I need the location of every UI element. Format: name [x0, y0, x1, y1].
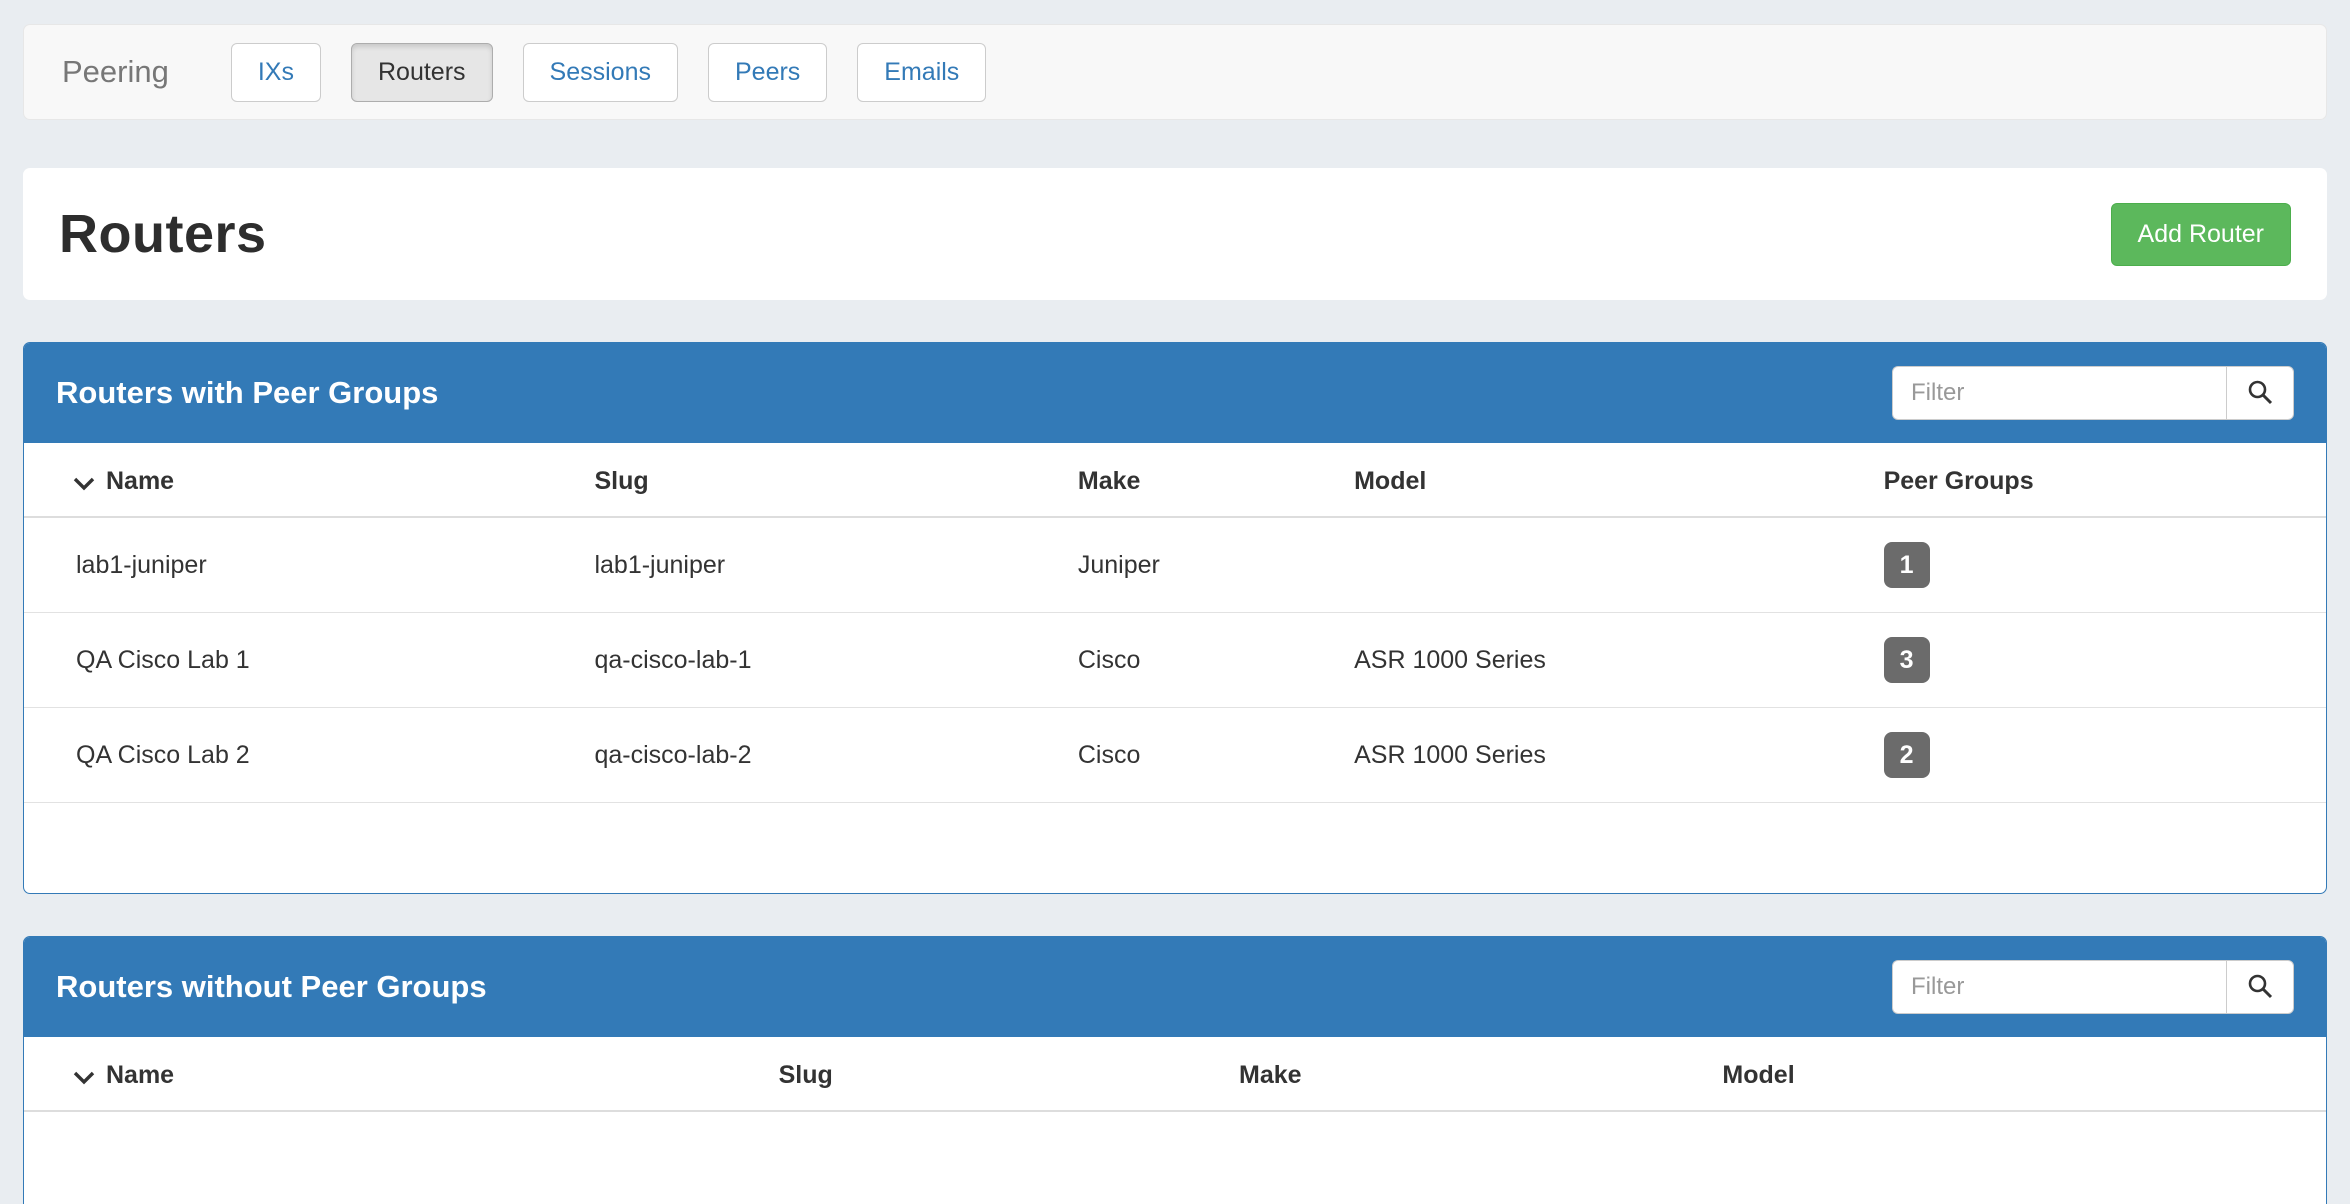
nav-button-routers[interactable]: Routers [351, 43, 493, 102]
column-header-name[interactable]: Name [24, 443, 576, 517]
add-router-button[interactable]: Add Router [2111, 203, 2291, 266]
cell-name: lab1-juniper [24, 517, 576, 613]
page-header: Routers Add Router [23, 168, 2327, 300]
page: Peering IXs Routers Sessions Peers Email… [0, 0, 2350, 1204]
panel-routers-without-peer-groups: Routers without Peer Groups [23, 936, 2327, 1204]
search-button[interactable] [2226, 366, 2294, 420]
chevron-down-icon [72, 1063, 96, 1092]
cell-name: QA Cisco Lab 1 [24, 613, 576, 708]
nav-button-sessions[interactable]: Sessions [523, 43, 678, 102]
search-button[interactable] [2226, 960, 2294, 1014]
search-icon [2246, 378, 2274, 409]
column-header-make[interactable]: Make [1060, 443, 1336, 517]
cell-slug: lab1-juniper [576, 517, 1059, 613]
peer-group-count-badge: 1 [1884, 542, 1930, 588]
table-header-row: Name Slug Make Model [24, 1037, 2326, 1111]
column-header-model[interactable]: Model [1704, 1037, 2326, 1111]
cell-slug: qa-cisco-lab-2 [576, 708, 1059, 803]
cell-model: ASR 1000 Series [1336, 708, 1865, 803]
routers-with-peer-groups-table: Name Slug Make Model Peer Groups lab1-ju… [24, 443, 2326, 803]
cell-model: ASR 1000 Series [1336, 613, 1865, 708]
navbar: Peering IXs Routers Sessions Peers Email… [23, 24, 2327, 120]
column-header-slug[interactable]: Slug [761, 1037, 1221, 1111]
filter-input[interactable] [1892, 366, 2226, 420]
panel-body: Name Slug Make Model [24, 1037, 2326, 1204]
nav-button-ixs[interactable]: IXs [231, 43, 321, 102]
filter-input[interactable] [1892, 960, 2226, 1014]
search-icon [2246, 972, 2274, 1003]
routers-without-peer-groups-table: Name Slug Make Model [24, 1037, 2326, 1112]
panel-heading: Routers without Peer Groups [24, 937, 2326, 1037]
brand[interactable]: Peering [62, 54, 169, 90]
peer-group-count-badge: 3 [1884, 637, 1930, 683]
cell-peer-groups: 1 [1866, 517, 2326, 613]
panel-heading: Routers with Peer Groups [24, 343, 2326, 443]
cell-make: Cisco [1060, 708, 1336, 803]
table-row: lab1-juniper lab1-juniper Juniper 1 [24, 517, 2326, 613]
nav-button-peers[interactable]: Peers [708, 43, 827, 102]
page-title: Routers [59, 203, 267, 265]
filter-group [1892, 960, 2294, 1014]
table-row: QA Cisco Lab 2 qa-cisco-lab-2 Cisco ASR … [24, 708, 2326, 803]
panel-routers-with-peer-groups: Routers with Peer Groups [23, 342, 2327, 894]
cell-slug: qa-cisco-lab-1 [576, 613, 1059, 708]
cell-name: QA Cisco Lab 2 [24, 708, 576, 803]
column-header-make[interactable]: Make [1221, 1037, 1704, 1111]
panel-title: Routers without Peer Groups [56, 969, 487, 1005]
nav-button-emails[interactable]: Emails [857, 43, 986, 102]
table-header-row: Name Slug Make Model Peer Groups [24, 443, 2326, 517]
peer-group-count-badge: 2 [1884, 732, 1930, 778]
column-header-peer-groups[interactable]: Peer Groups [1866, 443, 2326, 517]
column-header-name[interactable]: Name [24, 1037, 761, 1111]
column-header-model[interactable]: Model [1336, 443, 1865, 517]
chevron-down-icon [72, 469, 96, 498]
cell-make: Cisco [1060, 613, 1336, 708]
cell-peer-groups: 3 [1866, 613, 2326, 708]
table-row: QA Cisco Lab 1 qa-cisco-lab-1 Cisco ASR … [24, 613, 2326, 708]
cell-model [1336, 517, 1865, 613]
panel-body: Name Slug Make Model Peer Groups lab1-ju… [24, 443, 2326, 893]
cell-peer-groups: 2 [1866, 708, 2326, 803]
panel-title: Routers with Peer Groups [56, 375, 438, 411]
column-header-slug[interactable]: Slug [576, 443, 1059, 517]
filter-group [1892, 366, 2294, 420]
cell-make: Juniper [1060, 517, 1336, 613]
